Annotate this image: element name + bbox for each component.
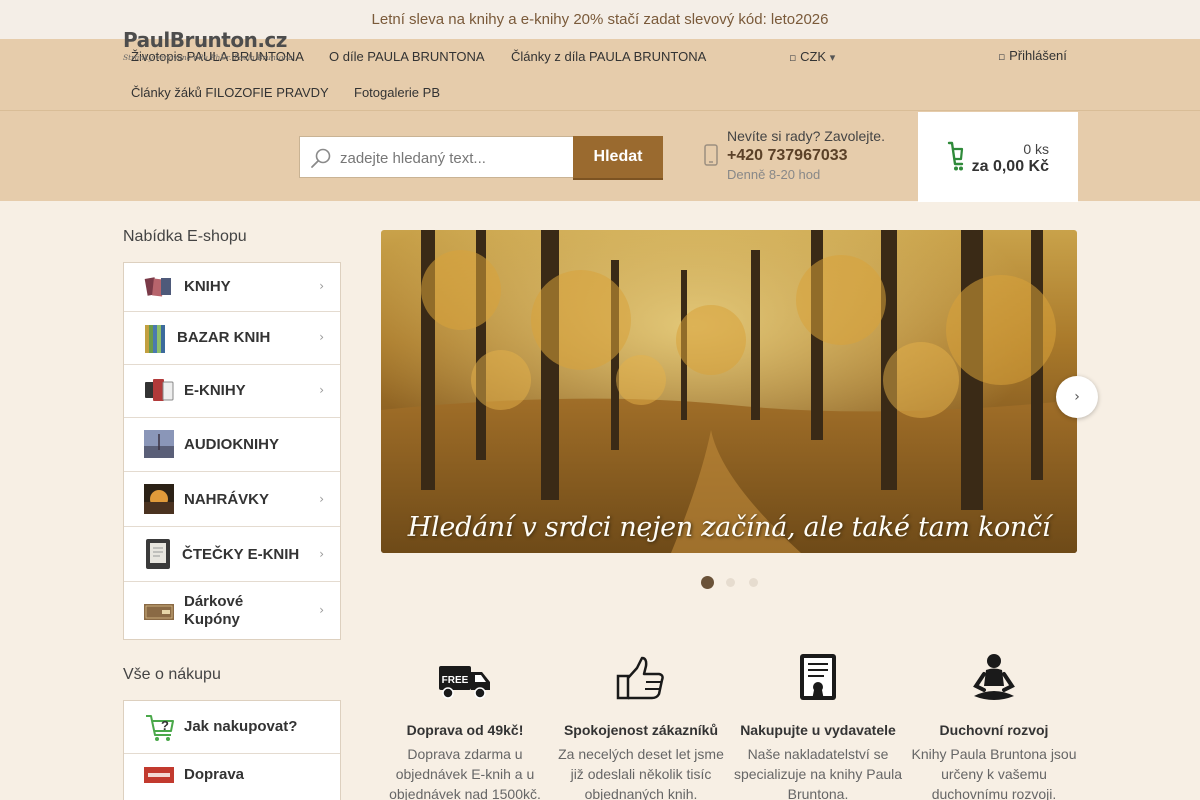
benefit-text: Knihy Paula Bruntona jsou určeny k vašem… (911, 746, 1077, 800)
sidebar-item-recordings[interactable]: NAHRÁVKY › (124, 472, 340, 527)
nav-link-articles[interactable]: Články z díla PAULA BRUNTONA (511, 49, 706, 64)
contact-hours: Denně 8-20 hod (727, 167, 821, 182)
chevron-right-icon: › (319, 547, 324, 561)
user-icon: ▫ (998, 50, 1006, 63)
slider-dot[interactable] (725, 577, 735, 587)
phone-icon (704, 144, 718, 166)
cart-quantity: 0 ks (1023, 141, 1049, 157)
benefit-satisfaction: Spokojenost zákazníků Za necelých deset … (551, 652, 731, 800)
ebooks-thumbnail-icon (145, 379, 174, 401)
voucher-thumbnail-icon (144, 604, 174, 620)
sidebar-item-how-to-shop[interactable]: ? Jak nakupovat? (124, 701, 340, 754)
sidebar-item-label: KNIHY (184, 278, 231, 295)
hero-banner[interactable]: Hledání v srdci nejen začíná, ale také t… (381, 230, 1077, 553)
banner-caption: Hledání v srdci nejen začíná, ale také t… (407, 512, 1051, 543)
sidebar-item-label: Dárkové Kupóny (184, 593, 244, 628)
autumn-forest-image (381, 230, 1077, 553)
thumbs-up-icon (616, 656, 664, 700)
chevron-down-icon: ▾ (829, 51, 836, 64)
shopping-info-menu: ? Jak nakupovat? Doprava (123, 700, 341, 800)
svg-text:FREE: FREE (442, 675, 469, 686)
sidebar-item-label: Jak nakupovat? (184, 718, 298, 735)
cart-question-icon: ? (146, 715, 174, 741)
sidebar-item-label: NAHRÁVKY (184, 491, 270, 508)
currency-selector[interactable]: ▫ CZK ▾ (789, 49, 835, 64)
sidebar-item-gift-vouchers[interactable]: Dárkové Kupóny › (124, 582, 340, 641)
benefit-publisher: Nakupujte u vydavatele Naše nakladatelst… (728, 652, 908, 800)
sidebar-item-delivery[interactable]: Doprava (124, 754, 340, 796)
sidebar-item-book-bazaar[interactable]: BAZAR KNIH › (124, 312, 340, 365)
meditation-icon (973, 654, 1015, 700)
chevron-right-icon: › (319, 330, 324, 344)
nav-link-gallery[interactable]: Fotogalerie PB (354, 85, 440, 100)
logo-tagline: Stránky věnované dílu PhDr. Paula Brunto… (123, 53, 293, 62)
svg-text:?: ? (161, 718, 169, 733)
search-box (299, 136, 573, 178)
currency-label: CZK (800, 49, 827, 64)
truck-free-icon: FREE (439, 666, 490, 699)
slider-dot[interactable] (748, 577, 758, 587)
benefit-spiritual: Duchovní rozvoj Knihy Paula Bruntona jso… (904, 652, 1084, 800)
audiobooks-thumbnail-icon (144, 430, 174, 458)
promo-text: Letní sleva na knihy a e-knihy 20% stačí… (371, 11, 829, 28)
sidebar-item-label: E-KNIHY (184, 382, 246, 399)
benefit-title: Duchovní rozvoj (939, 722, 1049, 738)
contact-question: Nevíte si rady? Zavolejte. (727, 128, 885, 144)
benefit-text: Za necelých deset let jsme již odeslali … (558, 746, 724, 800)
search-form: Hledat (299, 136, 663, 178)
benefit-title: Spokojenost zákazníků (563, 722, 719, 738)
chevron-right-icon: › (319, 383, 324, 397)
sidebar-item-label: Doprava (184, 766, 245, 783)
chevron-right-icon: › (319, 492, 324, 506)
site-logo[interactable]: PaulBrunton.cz Stránky věnované dílu PhD… (123, 28, 293, 62)
nav-link-student-articles[interactable]: Články žáků FILOZOFIE PRAVDY (131, 85, 329, 100)
slider-dot[interactable] (700, 575, 714, 589)
search-input[interactable] (340, 148, 565, 168)
sidebar-item-label: ČTEČKY E-KNIH (182, 546, 300, 563)
recordings-thumbnail-icon (144, 484, 174, 514)
cart-icon (947, 141, 964, 171)
sidebar-item-label: AUDIOKNIHY (184, 436, 280, 453)
contact-phone[interactable]: +420 737967033 (727, 147, 885, 165)
chevron-right-icon: › (1074, 389, 1080, 405)
search-icon (311, 148, 331, 168)
benefit-free-delivery: FREE Doprava od 49kč! Doprava zdarma u o… (375, 652, 555, 800)
nav-link-about-work[interactable]: O díle PAULA BRUNTONA (329, 49, 485, 64)
shopping-info-title: Vše o nákupu (123, 666, 221, 683)
login-link[interactable]: ▫ Přihlášení (998, 48, 1067, 63)
login-label: Přihlášení (1009, 48, 1067, 63)
sidebar-item-ereaders[interactable]: ČTEČKY E-KNIH › (124, 527, 340, 582)
delivery-thumbnail-icon (144, 767, 174, 783)
cart-widget[interactable]: 0 ks za 0,00 Kč (918, 112, 1078, 202)
bazaar-thumbnail-icon (145, 325, 165, 353)
currency-icon: ▫ (789, 51, 797, 64)
benefit-title: Doprava od 49kč! (406, 722, 524, 738)
certificate-icon (800, 654, 836, 700)
benefit-text: Naše nakladatelství se specializuje na k… (733, 746, 903, 800)
sidebar-item-audiobooks[interactable]: AUDIOKNIHY (124, 418, 340, 472)
search-button[interactable]: Hledat (573, 136, 663, 178)
slider-next-button[interactable]: › (1056, 376, 1098, 418)
chevron-right-icon: › (319, 279, 324, 293)
benefit-title: Nakupujte u vydavatele (740, 722, 896, 738)
benefit-text: Doprava zdarma u objednávek E-knih a u o… (389, 746, 541, 800)
books-thumbnail-icon (144, 277, 171, 297)
ereader-thumbnail-icon (146, 539, 170, 569)
shop-category-menu: KNIHY › BAZAR KNIH › E-KNIHY › AUDIOKNIH… (123, 262, 341, 640)
cart-total: za 0,00 Kč (971, 158, 1049, 175)
sidebar-item-label: BAZAR KNIH (177, 329, 271, 346)
sidebar-item-books[interactable]: KNIHY › (124, 263, 340, 312)
chevron-right-icon: › (319, 603, 324, 617)
sidebar-item-ebooks[interactable]: E-KNIHY › (124, 365, 340, 418)
sidebar-title: Nabídka E-shopu (123, 228, 247, 245)
logo-text: PaulBrunton.cz (123, 28, 287, 52)
